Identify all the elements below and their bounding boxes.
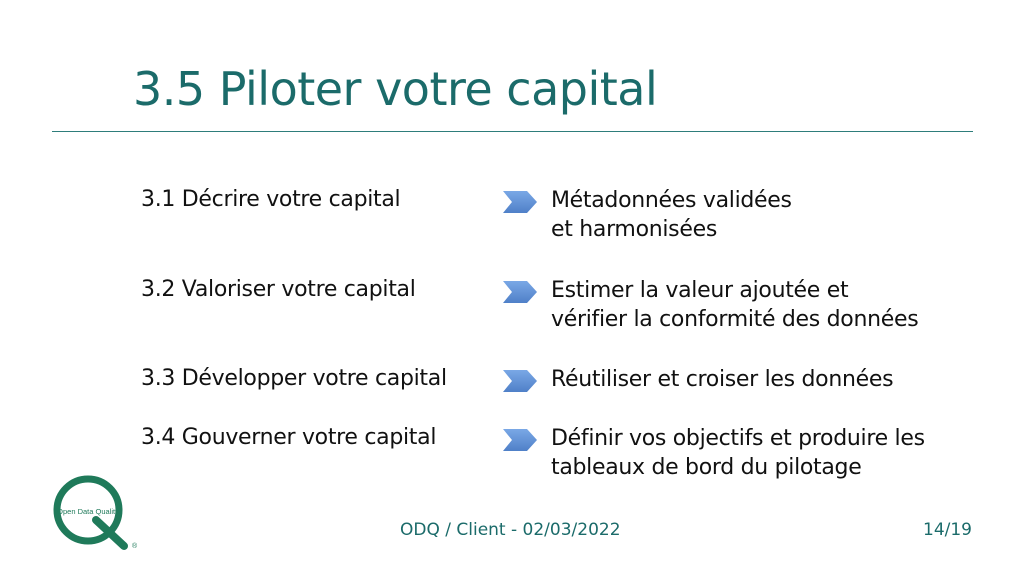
title-divider xyxy=(52,131,973,132)
slide-title: 3.5 Piloter votre capital xyxy=(133,62,658,116)
chevron-arrow-icon xyxy=(503,429,537,451)
item-label-2: 3.2 Valoriser votre capital xyxy=(141,277,416,302)
logo-text: Open Data Quality xyxy=(57,507,119,516)
chevron-arrow-icon xyxy=(503,370,537,392)
item-label-4: 3.4 Gouverner votre capital xyxy=(141,425,437,450)
item-desc-4-line-1: Définir vos objectifs et produire les xyxy=(551,426,925,451)
item-desc-3: Réutiliser et croiser les données xyxy=(551,365,894,394)
item-desc-4: Définir vos objectifs et produire les ta… xyxy=(551,424,925,482)
chevron-arrow-icon xyxy=(503,191,537,213)
item-desc-1-line-2: et harmonisées xyxy=(551,217,717,242)
item-desc-2: Estimer la valeur ajoutée et vérifier la… xyxy=(551,276,919,334)
item-desc-1-line-1: Métadonnées validées xyxy=(551,188,792,213)
item-desc-2-line-1: Estimer la valeur ajoutée et xyxy=(551,278,849,303)
item-desc-1: Métadonnées validées et harmonisées xyxy=(551,186,792,244)
item-desc-4-line-2: tableaux de bord du pilotage xyxy=(551,455,862,480)
item-label-3: 3.3 Développer votre capital xyxy=(141,366,447,391)
registered-mark: ® xyxy=(132,542,138,550)
item-label-1: 3.1 Décrire votre capital xyxy=(141,187,401,212)
item-desc-2-line-2: vérifier la conformité des données xyxy=(551,307,919,332)
odq-q-logo-icon: Open Data Quality ® xyxy=(53,475,138,550)
page-number: 14/19 xyxy=(923,520,972,540)
chevron-arrow-icon xyxy=(503,281,537,303)
item-desc-3-line-1: Réutiliser et croiser les données xyxy=(551,367,894,392)
footer-text: ODQ / Client - 02/03/2022 xyxy=(400,520,621,540)
